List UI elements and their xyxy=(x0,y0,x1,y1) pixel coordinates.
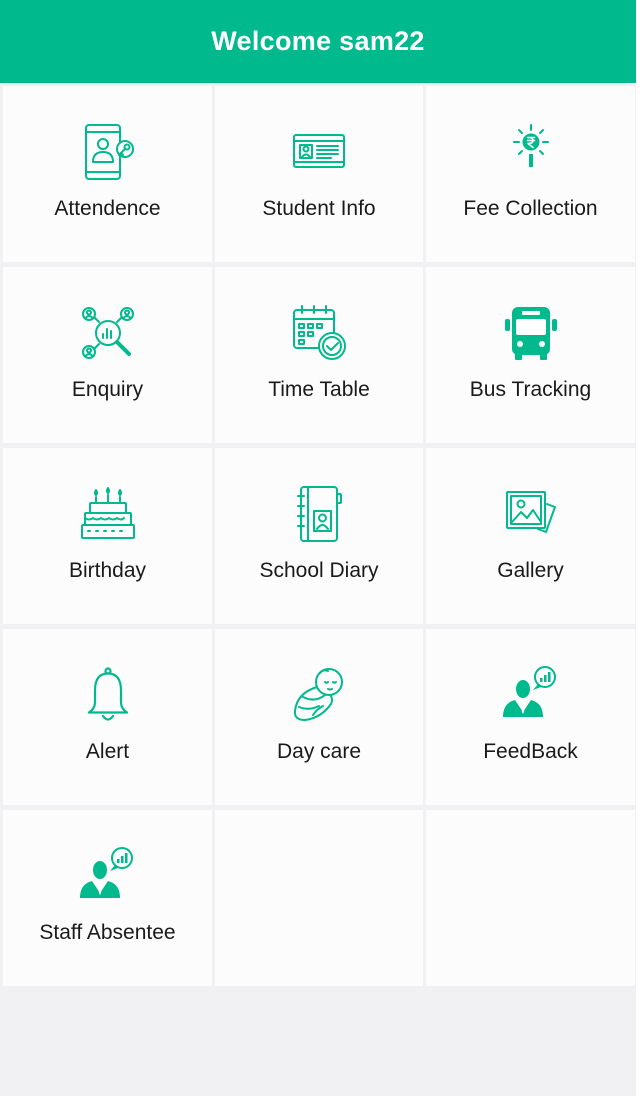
menu-tile-bus-tracking[interactable]: Bus Tracking xyxy=(426,267,635,443)
menu-tile-birthday[interactable]: Birthday xyxy=(3,448,212,624)
menu-tile-label: Enquiry xyxy=(71,378,144,401)
rupee-bulb-icon xyxy=(501,122,561,182)
menu-tile-label: School Diary xyxy=(259,559,379,582)
menu-tile-label: Student Info xyxy=(262,197,376,220)
menu-tile-label: Day care xyxy=(276,740,362,763)
menu-tile-gallery[interactable]: Gallery xyxy=(426,448,635,624)
bell-icon xyxy=(78,665,138,725)
menu-tile-student-info[interactable]: Student Info xyxy=(215,86,423,262)
people-search-icon xyxy=(78,303,138,363)
menu-tile-label: Time Table xyxy=(268,378,370,401)
menu-tile-day-care[interactable]: Day care xyxy=(215,629,423,805)
menu-tile-alert[interactable]: Alert xyxy=(3,629,212,805)
bus-icon xyxy=(501,303,561,363)
menu-tile-label: Alert xyxy=(85,740,130,763)
person-chart-bubble-icon xyxy=(501,665,561,725)
gallery-icon xyxy=(501,484,561,544)
menu-tile-time-table[interactable]: Time Table xyxy=(215,267,423,443)
person-chart-bubble-icon xyxy=(78,846,138,906)
menu-tile-label: Attendence xyxy=(54,197,161,220)
page-title: Welcome sam22 xyxy=(211,26,425,56)
id-card-icon xyxy=(289,122,349,182)
menu-tile-label: Birthday xyxy=(68,559,147,582)
birthday-cake-icon xyxy=(78,484,138,544)
empty-tile xyxy=(426,810,635,986)
right-edge-divider xyxy=(636,0,640,1096)
menu-tile-label: Gallery xyxy=(497,559,564,582)
menu-tile-feedback[interactable]: FeedBack xyxy=(426,629,635,805)
baby-icon xyxy=(289,665,349,725)
app-header: Welcome sam22 xyxy=(0,0,636,83)
empty-tile xyxy=(215,810,423,986)
menu-tile-staff-absentee[interactable]: Staff Absentee xyxy=(3,810,212,986)
menu-tile-label: Fee Collection xyxy=(463,197,598,220)
diary-icon xyxy=(289,484,349,544)
menu-tile-school-diary[interactable]: School Diary xyxy=(215,448,423,624)
menu-tile-label: Staff Absentee xyxy=(39,921,176,944)
menu-tile-enquiry[interactable]: Enquiry xyxy=(3,267,212,443)
menu-grid: Attendence Student Info Fee Collection E… xyxy=(3,86,635,986)
tablet-key-icon xyxy=(78,122,138,182)
menu-tile-fee-collection[interactable]: Fee Collection xyxy=(426,86,635,262)
menu-tile-attendence[interactable]: Attendence xyxy=(3,86,212,262)
menu-tile-label: FeedBack xyxy=(483,740,578,763)
menu-tile-label: Bus Tracking xyxy=(469,378,592,401)
calendar-clock-icon xyxy=(289,303,349,363)
